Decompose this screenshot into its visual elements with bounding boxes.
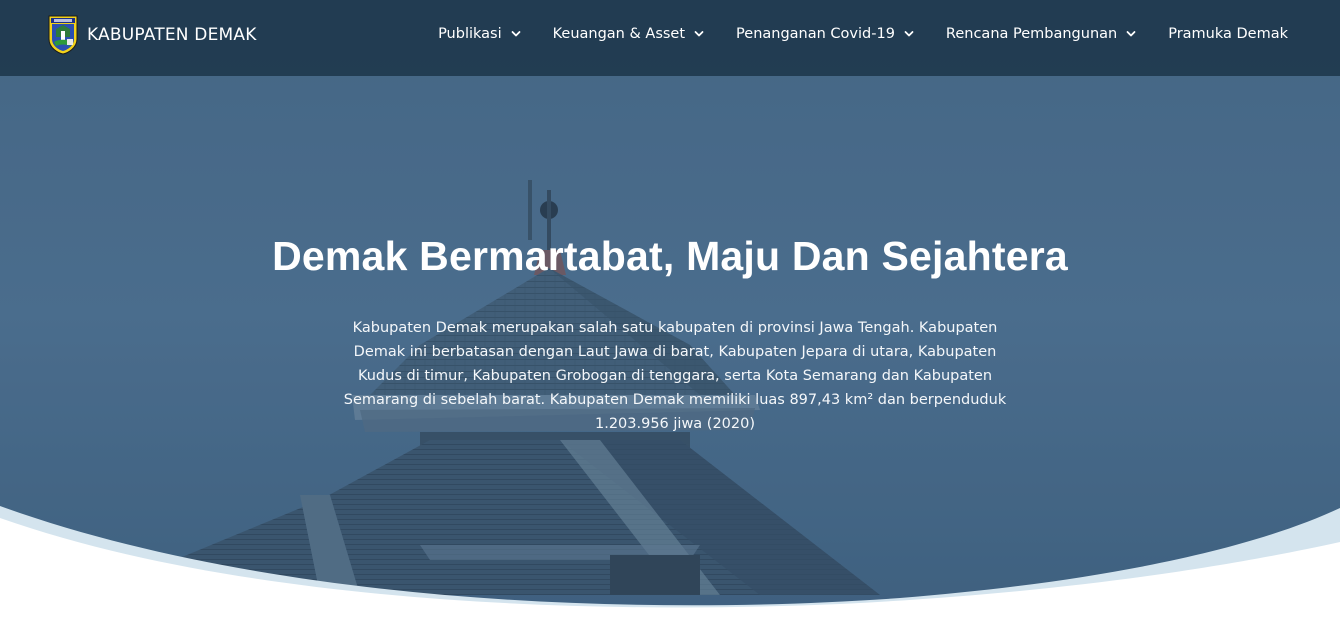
- brand-link[interactable]: KABUPATEN DEMAK: [48, 15, 257, 55]
- chevron-down-icon: [1126, 31, 1136, 37]
- demak-crest-icon: [48, 15, 78, 55]
- chevron-down-icon: [511, 31, 521, 37]
- nav-label: Pramuka Demak: [1168, 26, 1288, 42]
- nav-item-pramuka-demak[interactable]: Pramuka Demak: [1168, 26, 1288, 42]
- main-nav: Publikasi Keuangan & Asset Penanganan Co…: [406, 0, 1288, 68]
- hero-title: Demak Bermartabat, Maju Dan Sejahtera: [272, 233, 1068, 279]
- chevron-down-icon: [694, 31, 704, 37]
- nav-label: Publikasi: [438, 26, 502, 42]
- nav-item-penanganan-covid[interactable]: Penanganan Covid-19: [736, 26, 914, 42]
- chevron-down-icon: [904, 31, 914, 37]
- nav-label: Penanganan Covid-19: [736, 26, 895, 42]
- brand-name: KABUPATEN DEMAK: [87, 25, 257, 45]
- page: KABUPATEN DEMAK Publikasi Keuangan & Ass…: [0, 0, 1340, 628]
- nav-item-rencana-pembangunan[interactable]: Rencana Pembangunan: [946, 26, 1136, 42]
- wave-divider: [0, 506, 1340, 628]
- nav-label: Rencana Pembangunan: [945, 26, 1118, 42]
- top-navbar: KABUPATEN DEMAK Publikasi Keuangan & Ass…: [0, 0, 1340, 76]
- hero-description: Kabupaten Demak merupakan salah satu kab…: [343, 320, 1007, 432]
- nav-item-publikasi[interactable]: Publikasi: [438, 26, 521, 42]
- nav-item-keuangan-asset[interactable]: Keuangan & Asset: [553, 26, 704, 42]
- nav-label: Keuangan & Asset: [552, 26, 686, 42]
